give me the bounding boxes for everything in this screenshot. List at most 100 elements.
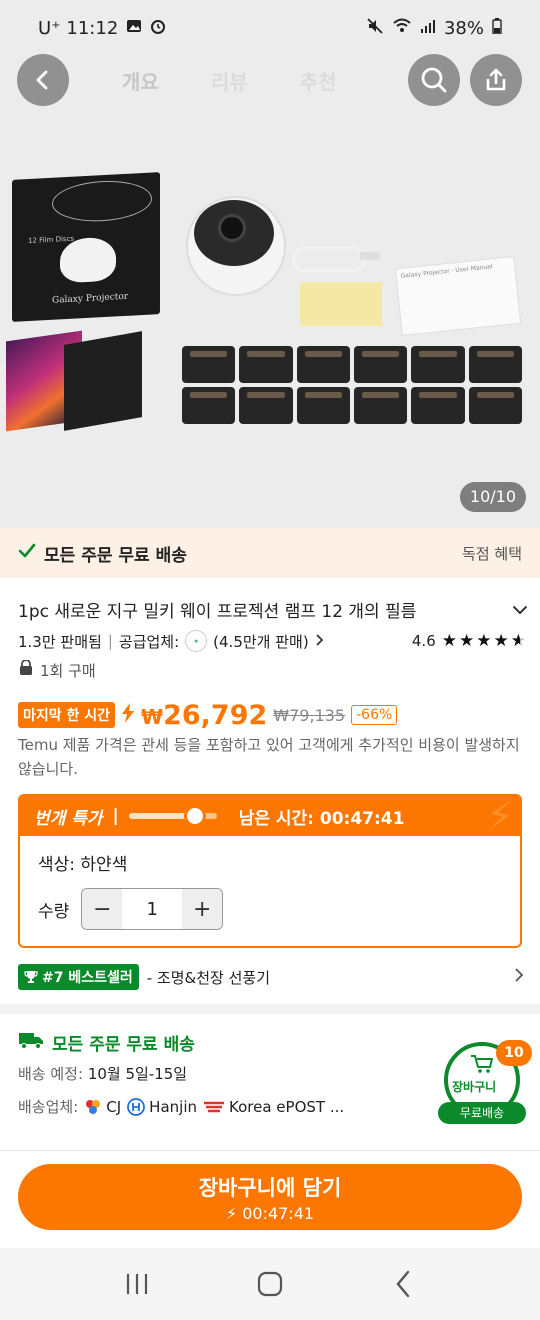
recent-apps-button[interactable] [107,1254,167,1314]
product-title-row[interactable]: 1pc 새로운 지구 밀키 웨이 프로젝션 램프 12 개의 필름 [18,594,528,624]
chevron-right-icon[interactable] [514,967,524,987]
quantity-stepper: − 1 + [81,888,224,930]
cart-free-shipping: 무료배송 [438,1102,526,1124]
share-button[interactable] [470,54,522,106]
search-button[interactable] [408,54,460,106]
search-icon [421,67,447,93]
bestseller-row[interactable]: #7 베스트셀러 - 조명&천장 선풍기 [18,962,524,992]
rating[interactable]: 4.6 ★ ★ ★ ★ ★ [412,631,526,651]
tab-recommendations[interactable]: 추천 [300,66,337,95]
disc-box-image-2 [64,331,142,431]
system-navigation-bar [0,1248,540,1320]
cart-count-badge: 10 [496,1040,532,1066]
lightning-icon [121,703,135,727]
remaining-time: 남은 시간: 00:47:41 [238,808,405,829]
wifi-icon [392,17,412,40]
floating-cart-button[interactable]: 장바구니 무료배송 10 [438,1040,532,1126]
product-box-image: 12 Film Discs Galaxy Projector [12,172,160,322]
battery-text: 38% [443,17,484,39]
decrease-quantity-button[interactable]: − [82,889,123,929]
cart-icon [470,1054,494,1079]
hanjin-logo-icon [127,1097,146,1116]
tab-overview[interactable]: 개요 [122,66,159,95]
star-icon: ★ [441,631,457,651]
flash-deal-card: 번개 특가 | 남은 시간: 00:47:41 ⚡ 색상: 하얀색 수량 − 1… [18,794,522,948]
carrier-cj: CJ [84,1098,121,1116]
price-row: 마지막 한 시간 ₩26,792 ₩79,135 -66% [18,698,398,732]
lightning-decor-icon: ⚡ [485,794,514,840]
purchase-limit: 1회 구매 [18,658,96,682]
home-icon [257,1271,283,1297]
free-shipping-text: 모든 주문 무료 배송 [44,545,187,566]
add-to-cart-button[interactable]: 장바구니에 담기 ⚡ 00:47:41 [18,1164,522,1230]
status-time: U⁺ 11:12 [38,17,119,39]
flash-deal-progress [128,805,217,827]
back-nav-button[interactable] [373,1254,433,1314]
back-button[interactable] [17,54,69,106]
korea-post-logo-icon [204,1101,224,1112]
status-bar: U⁺ 11:12 38% [0,0,540,56]
discount-badge: -66% [351,705,398,725]
card-image [300,282,382,326]
shipping-title[interactable]: 모든 주문 무료 배송 [18,1030,195,1055]
delivery-estimate: 배송 예정: 10월 5일-15일 [18,1065,188,1083]
original-price: ₩79,135 [273,705,346,725]
film-discs-image [182,346,522,424]
tab-reviews[interactable]: 리뷰 [211,66,248,95]
cj-logo-icon [86,1099,101,1114]
product-meta-row: 1.3만 판매됨 | 공급업체: ★ (4.5만개 판매) 4.6 ★ ★ ★ … [18,630,526,652]
signal-icon [420,18,436,39]
quantity-row: 수량 − 1 + [38,888,224,930]
bottom-separator [0,1150,540,1151]
cart-label: 장바구니 [452,1080,497,1094]
checkmark-icon [18,542,36,565]
star-icon: ★ [493,631,509,651]
carrier-hanjin: Hanjin [127,1098,197,1116]
star-icon: ★ [476,631,492,651]
chevron-left-icon [36,70,48,90]
bestseller-category: - 조명&천장 선풍기 [146,968,270,987]
truck-icon [18,1031,44,1054]
alarm-icon [150,18,166,38]
flash-deal-header: 번개 특가 | 남은 시간: 00:47:41 ⚡ [20,796,520,840]
bag-lock-icon [18,659,34,680]
product-image-gallery[interactable]: 12 Film Discs Galaxy Projector Galaxy Pr… [0,0,540,528]
star-icon: ★ [459,631,475,651]
chevron-right-icon[interactable] [315,632,323,650]
carriers-row: 배송업체: CJ Hanjin Korea ePOST ... [18,1097,345,1117]
free-shipping-banner[interactable]: 모든 주문 무료 배송 독점 혜택 [0,528,540,578]
image-counter: 10/10 [459,482,526,512]
sold-count: 1.3만 판매됨 [18,632,102,651]
mute-icon [366,17,384,40]
color-selector[interactable]: 색상: 하얀색 [38,850,127,875]
quantity-value[interactable]: 1 [147,899,158,920]
price-note: Temu 제품 가격은 관세 등을 포함하고 있어 고객에게 추가적인 비용이 … [18,736,520,778]
recent-apps-icon [126,1274,147,1294]
exclusive-benefit-link[interactable]: 독점 혜택 [462,543,522,564]
home-button[interactable] [240,1254,300,1314]
trophy-icon [24,971,38,983]
section-tabs: 개요 리뷰 추천 [122,66,336,95]
add-to-cart-label: 장바구니에 담기 [198,1176,342,1200]
flash-deal-name: 번개 특가 [34,808,103,829]
product-title: 1pc 새로운 지구 밀키 웨이 프로젝션 램프 12 개의 필름 [18,601,417,622]
add-to-cart-timer: ⚡ 00:47:41 [225,1204,315,1223]
gallery-notification-icon [126,18,142,38]
supplier-label: 공급업체: [118,632,180,651]
section-divider [0,1004,540,1014]
manual-image: Galaxy Projector · User Manual [394,255,522,337]
battery-icon [492,17,502,39]
increase-quantity-button[interactable]: + [182,889,223,929]
share-icon [486,68,506,91]
top-navigation: 개요 리뷰 추천 [0,54,540,108]
current-price: ₩26,792 [141,699,268,731]
projector-image [186,196,290,302]
quantity-label: 수량 [38,901,70,922]
usb-cable-image [292,246,366,272]
supplier-sales[interactable]: (4.5만개 판매) [213,631,309,652]
chevron-down-icon[interactable] [512,600,528,619]
last-hour-badge: 마지막 한 시간 [18,702,116,728]
carrier-korea-post: Korea ePOST ... [203,1098,344,1116]
back-icon [396,1270,410,1298]
seller-logo-icon[interactable]: ★ [185,630,208,652]
